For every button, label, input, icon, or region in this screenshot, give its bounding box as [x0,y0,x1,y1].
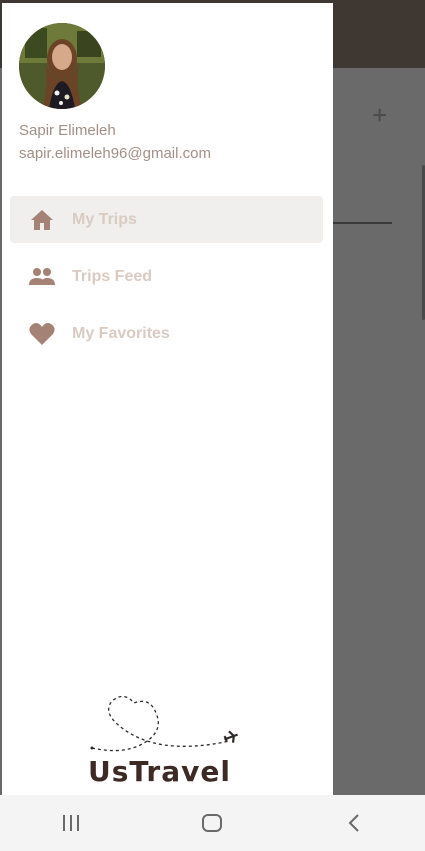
recent-apps-icon[interactable] [51,803,91,843]
home-button-icon[interactable] [192,803,232,843]
menu-item-my-favorites[interactable]: My Favorites [10,310,323,357]
people-icon [26,265,58,289]
avatar[interactable] [19,23,105,109]
menu-item-my-trips[interactable]: My Trips [10,196,323,243]
user-email: sapir.elimeleh96@gmail.com [19,145,211,162]
profile-photo [19,23,105,109]
menu-label-my-favorites: My Favorites [72,324,170,342]
add-button[interactable]: + [372,100,387,130]
menu-item-trips-feed[interactable]: Trips Feed [10,253,323,300]
drawer-menu: My Trips Trips Feed My Favorites [10,196,323,367]
system-navigation-bar [0,795,425,851]
home-icon [26,208,58,232]
menu-label-trips-feed: Trips Feed [72,267,153,285]
menu-label-my-trips: My Trips [72,210,137,228]
back-icon[interactable] [334,803,374,843]
navigation-drawer: Sapir Elimeleh sapir.elimeleh96@gmail.co… [2,3,333,795]
ustravel-logo-text: UsTravel [88,755,231,788]
background-divider [333,222,392,224]
heart-icon [26,322,58,346]
user-name: Sapir Elimeleh [19,122,116,139]
